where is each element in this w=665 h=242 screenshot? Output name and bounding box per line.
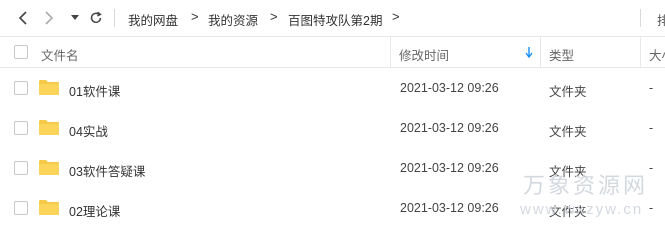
column-divider[interactable] [640, 37, 641, 67]
column-divider[interactable] [390, 37, 391, 67]
row-checkbox[interactable] [14, 161, 28, 175]
folder-icon [39, 200, 59, 215]
caret-down-icon [71, 15, 79, 20]
file-size: - [649, 161, 654, 175]
toolbar-divider [640, 9, 641, 27]
chevron-right-icon [45, 11, 54, 25]
toolbar: 我的网盘 > 我的资源 > 百图特攻队第2期 > 排 [0, 0, 665, 36]
back-button[interactable] [14, 8, 32, 28]
file-modified: 2021-03-12 09:26 [400, 201, 499, 215]
file-modified: 2021-03-12 09:26 [400, 81, 499, 95]
sort-menu-button[interactable]: 排 [657, 10, 665, 29]
file-name[interactable]: 01软件课 [69, 81, 120, 100]
file-row[interactable]: 01软件课 2021-03-12 09:26 文件夹 - [0, 68, 665, 108]
row-checkbox[interactable] [14, 201, 28, 215]
chevron-left-icon [18, 11, 27, 25]
column-header-name[interactable]: 文件名 [41, 45, 79, 64]
file-size: - [649, 201, 654, 215]
file-modified: 2021-03-12 09:26 [400, 161, 499, 175]
toolbar-divider [114, 9, 115, 27]
column-header-row: 文件名 修改时间 类型 大小 [0, 37, 665, 67]
breadcrumb-separator: > [392, 9, 400, 24]
refresh-button[interactable] [87, 8, 105, 28]
watermark-text: 万象资源网 [523, 173, 649, 198]
breadcrumb-item-my-resources[interactable]: 我的资源 [208, 10, 258, 29]
column-header-type[interactable]: 类型 [549, 45, 574, 64]
folder-icon [39, 120, 59, 135]
forward-button[interactable] [40, 8, 58, 28]
history-dropdown-button[interactable] [66, 8, 84, 28]
watermark-url: www.wxzyw.cn [520, 201, 644, 218]
file-row[interactable]: 04实战 2021-03-12 09:26 文件夹 - [0, 108, 665, 148]
breadcrumb-item-current-folder[interactable]: 百图特攻队第2期 [288, 10, 382, 29]
row-checkbox[interactable] [14, 81, 28, 95]
column-header-size[interactable]: 大小 [649, 45, 665, 64]
file-size: - [649, 81, 654, 95]
file-name[interactable]: 03软件答疑课 [69, 161, 145, 180]
select-all-checkbox[interactable] [14, 45, 28, 59]
file-name[interactable]: 04实战 [69, 121, 108, 140]
file-type: 文件夹 [549, 125, 587, 139]
file-name[interactable]: 02理论课 [69, 201, 120, 220]
column-header-modified[interactable]: 修改时间 [399, 45, 449, 64]
column-divider[interactable] [540, 37, 541, 67]
file-modified: 2021-03-12 09:26 [400, 121, 499, 135]
row-checkbox[interactable] [14, 121, 28, 135]
file-type: 文件夹 [549, 85, 587, 99]
folder-icon [39, 160, 59, 175]
breadcrumb-separator: > [270, 9, 278, 24]
breadcrumb-item-my-drive[interactable]: 我的网盘 [128, 10, 178, 29]
breadcrumb-separator: > [191, 9, 199, 24]
file-size: - [649, 121, 654, 135]
refresh-icon [90, 11, 102, 24]
sort-descending-icon[interactable] [525, 47, 533, 58]
folder-icon [39, 80, 59, 95]
